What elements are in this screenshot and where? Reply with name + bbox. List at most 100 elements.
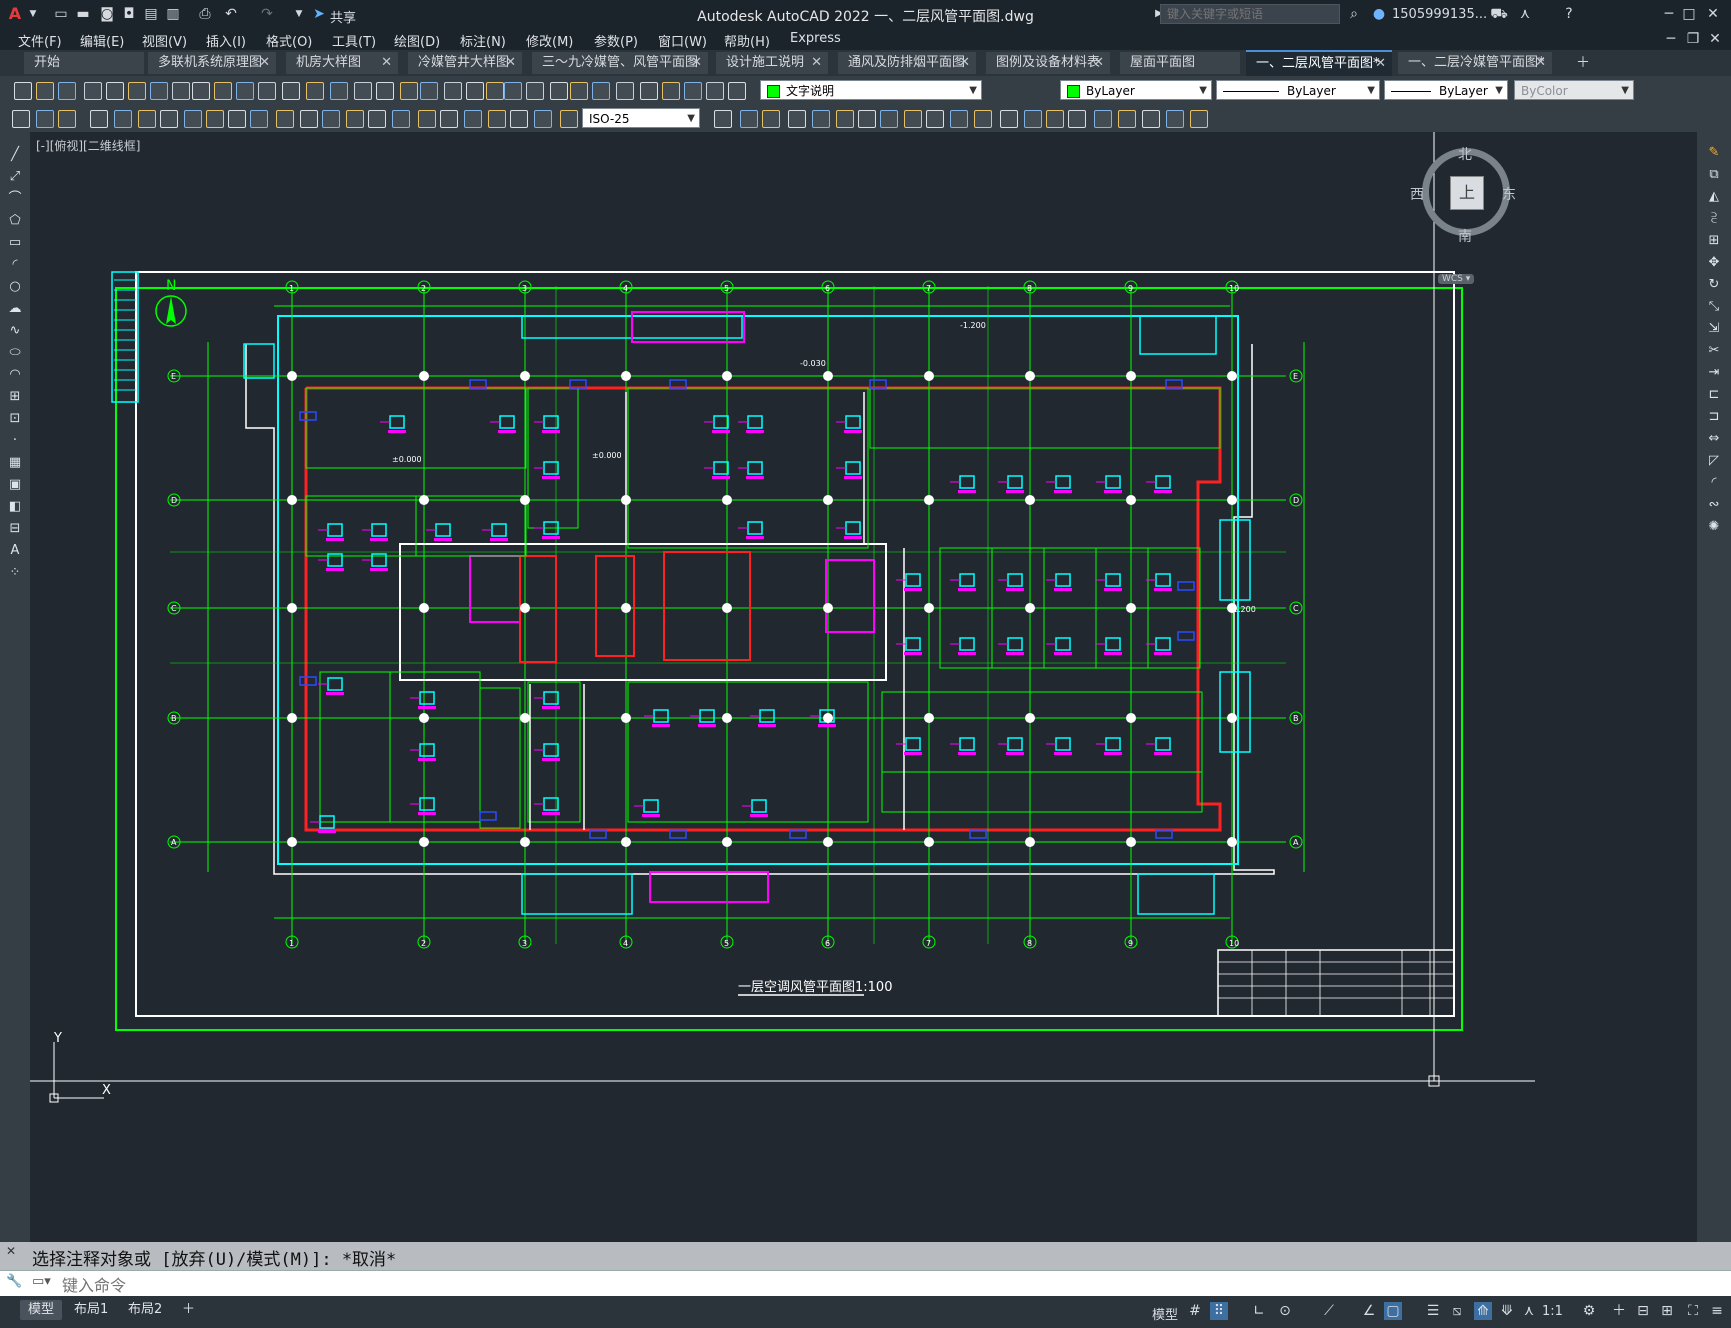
toolbar-button[interactable] xyxy=(510,110,528,128)
share-icon[interactable]: ➤ xyxy=(310,5,328,23)
close-tab-icon[interactable]: ✕ xyxy=(1375,52,1386,76)
doc-close-icon[interactable]: ✕ xyxy=(1706,30,1724,48)
polyline-icon[interactable]: ⌒ xyxy=(6,190,24,208)
menu-view[interactable]: 视图(V) xyxy=(142,31,187,50)
workspace-gear-icon[interactable]: ⚙ xyxy=(1580,1302,1598,1320)
open-folder-icon[interactable]: ▬ xyxy=(74,5,92,23)
annotation-scale-icon[interactable]: ⋏ xyxy=(1520,1302,1538,1320)
break-point-icon[interactable]: ⊏ xyxy=(1705,386,1723,404)
tab-refrigerant-shaft[interactable]: 冷媒管井大样图 ✕ xyxy=(408,52,522,74)
toolbar-button[interactable] xyxy=(440,110,458,128)
recent-commands-icon[interactable]: ▭▾ xyxy=(32,1274,51,1289)
blend-icon[interactable]: ∾ xyxy=(1705,496,1723,514)
tab-ventilation[interactable]: 通风及防排烟平面图 ✕ xyxy=(838,52,976,74)
menu-modify[interactable]: 修改(M) xyxy=(526,31,573,50)
object-snap-icon[interactable]: ▢ xyxy=(1384,1302,1402,1320)
menu-dimension[interactable]: 标注(N) xyxy=(460,31,506,50)
spline-icon[interactable]: ∿ xyxy=(6,322,24,340)
revcloud-icon[interactable]: ☁ xyxy=(6,300,24,318)
user-account[interactable]: 1505999135... xyxy=(1392,7,1487,22)
toolbar-button[interactable] xyxy=(504,82,522,100)
toolbar-button[interactable] xyxy=(420,82,438,100)
tab-duct-plan-active[interactable]: 一、二层风管平面图* ✕ xyxy=(1246,50,1392,76)
erase-icon[interactable]: ✎ xyxy=(1705,144,1723,162)
search-icon[interactable]: ⌕ xyxy=(1345,5,1363,23)
app-menu-chevron-icon[interactable]: ▼ xyxy=(24,5,42,23)
ellipse-arc-icon[interactable]: ◠ xyxy=(6,366,24,384)
close-tab-icon[interactable]: ✕ xyxy=(505,52,516,74)
toolbar-button[interactable] xyxy=(714,110,732,128)
toolbar-button[interactable] xyxy=(788,110,806,128)
toolbar-button[interactable] xyxy=(36,110,54,128)
menu-help[interactable]: 帮助(H) xyxy=(724,31,770,50)
toolbar-button[interactable] xyxy=(114,110,132,128)
close-tab-icon[interactable]: ✕ xyxy=(259,52,270,74)
close-tab-icon[interactable]: ✕ xyxy=(1535,52,1546,74)
toolbar-button[interactable] xyxy=(14,82,32,100)
model-space-canvas[interactable]: 1 1 2 2 3 3 4 4 5 5 6 6 7 7 8 8 9 9 10 10 E E D D C C B B A A N 一层空调风… xyxy=(30,132,1697,1242)
toolbar-button[interactable] xyxy=(560,110,578,128)
toolbar-button[interactable] xyxy=(346,110,364,128)
redo-icon[interactable]: ↷ xyxy=(258,5,276,23)
add-selected-icon[interactable]: ⁘ xyxy=(6,564,24,582)
toolbar-button[interactable] xyxy=(684,82,702,100)
user-icon[interactable]: ● xyxy=(1370,5,1388,23)
toolbar-button[interactable] xyxy=(534,110,552,128)
line-icon[interactable]: ╱ xyxy=(6,146,24,164)
join-icon[interactable]: ⇔ xyxy=(1705,430,1723,448)
save-as-icon[interactable]: ◘ xyxy=(120,5,138,23)
compass-south[interactable]: 南 xyxy=(1458,226,1472,246)
tab-start[interactable]: 开始 xyxy=(24,52,144,74)
doc-minimize-icon[interactable]: ─ xyxy=(1662,30,1680,48)
ortho-icon[interactable]: ∟ xyxy=(1250,1302,1268,1320)
search-input[interactable] xyxy=(1160,4,1340,24)
copy-icon[interactable]: ⧉ xyxy=(1705,166,1723,184)
toolbar-button[interactable] xyxy=(486,82,504,100)
wcs-menu[interactable]: WCS ▾ xyxy=(1438,274,1475,284)
toolbar-button[interactable] xyxy=(354,82,372,100)
extend-icon[interactable]: ⇥ xyxy=(1705,364,1723,382)
help-icon[interactable]: ? xyxy=(1560,5,1578,23)
tab-3-9-floors[interactable]: 三～九冷媒管、风管平面图 ✕ xyxy=(532,52,708,74)
undo-icon[interactable]: ↶ xyxy=(222,5,240,23)
quick-properties-icon[interactable]: ⊞ xyxy=(1658,1302,1676,1320)
toolbar-button[interactable] xyxy=(974,110,992,128)
toolbar-button[interactable] xyxy=(236,82,254,100)
stretch-icon[interactable]: ⇲ xyxy=(1705,320,1723,338)
toolbar-button[interactable] xyxy=(392,110,410,128)
hatch-icon[interactable]: ▦ xyxy=(6,454,24,472)
compass-north[interactable]: 北 xyxy=(1458,144,1472,164)
toolbar-button[interactable] xyxy=(322,110,340,128)
new-tab-icon[interactable]: ＋ xyxy=(1574,54,1592,72)
toolbar-button[interactable] xyxy=(904,110,922,128)
toolbar-button[interactable] xyxy=(400,82,418,100)
toolbar-button[interactable] xyxy=(228,110,246,128)
toolbar-button[interactable] xyxy=(282,82,300,100)
plotstyle-combo[interactable]: ByColor ▼ xyxy=(1514,80,1634,100)
viewcube-face[interactable]: 上 xyxy=(1450,176,1484,210)
toolbar-button[interactable] xyxy=(950,110,968,128)
toolbar-button[interactable] xyxy=(172,82,190,100)
close-tab-icon[interactable]: ✕ xyxy=(381,52,392,74)
toolbar-button[interactable] xyxy=(368,110,386,128)
toolbar-button[interactable] xyxy=(106,82,124,100)
toolbar-button[interactable] xyxy=(1118,110,1136,128)
toolbar-button[interactable] xyxy=(1142,110,1160,128)
toolbar-button[interactable] xyxy=(150,82,168,100)
toolbar-button[interactable] xyxy=(58,110,76,128)
polar-icon[interactable]: ⊙ xyxy=(1276,1302,1294,1320)
toolbar-button[interactable] xyxy=(184,110,202,128)
viewport-controls[interactable]: [-][俯视][二维线框] xyxy=(36,137,140,154)
offset-icon[interactable]: ⫔ xyxy=(1705,210,1723,228)
circle-icon[interactable]: ○ xyxy=(6,278,24,296)
tab-design-notes[interactable]: 设计施工说明 ✕ xyxy=(716,52,828,74)
insert-block-icon[interactable]: ⊞ xyxy=(6,388,24,406)
menu-file[interactable]: 文件(F) xyxy=(18,31,62,50)
toolbar-button[interactable] xyxy=(36,82,54,100)
polygon-icon[interactable]: ⬠ xyxy=(6,212,24,230)
toolbar-button[interactable] xyxy=(214,82,232,100)
layout-tab-1[interactable]: 布局1 xyxy=(66,1300,116,1320)
toolbar-button[interactable] xyxy=(1046,110,1064,128)
region-icon[interactable]: ◧ xyxy=(6,498,24,516)
lineweight-icon[interactable]: ☰ xyxy=(1424,1302,1442,1320)
